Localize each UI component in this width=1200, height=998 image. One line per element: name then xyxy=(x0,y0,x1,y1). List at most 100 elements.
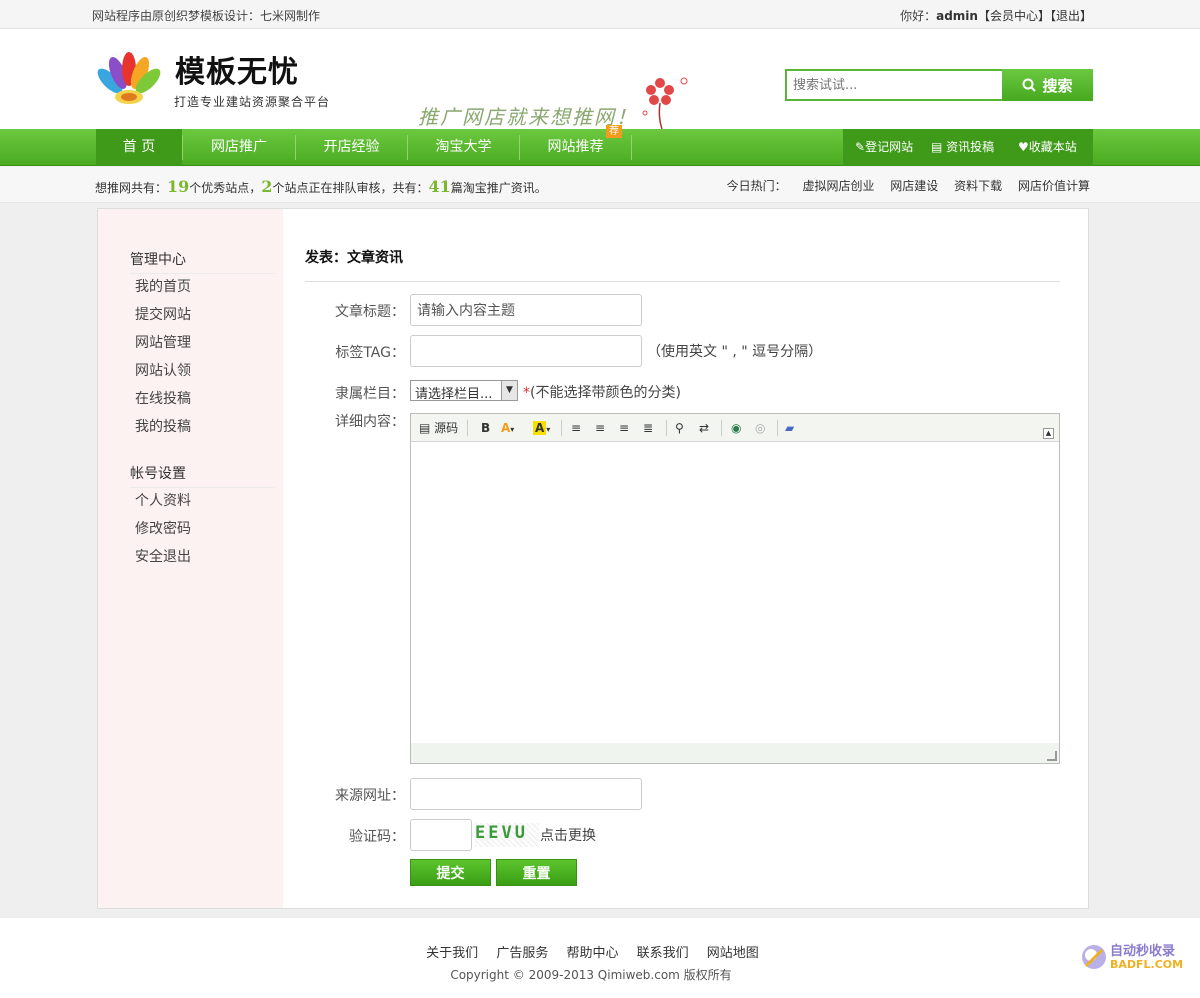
sidebar-item-site-claim[interactable]: 网站认领 xyxy=(135,360,191,380)
nav-divider xyxy=(631,135,632,160)
resize-handle-icon[interactable] xyxy=(1047,751,1057,761)
heart-icon: ♥ xyxy=(1018,140,1029,154)
hot-topics: 今日热门： 虚拟网店创业 网店建设 资料下载 网店价值计算 xyxy=(727,177,1090,194)
hot-topic-link[interactable]: 虚拟网店创业 xyxy=(790,179,874,193)
rich-text-editor: ▤ 源码 B A▾ A ▾ ≡ ≡ ≡ ≣ ⚲ ⇄ ◉ ◎ ▰ ▲ xyxy=(410,413,1060,764)
article-form: 发表：文章资讯 文章标题： 标签TAG： （使用英文 " , " 逗号分隔） 隶… xyxy=(305,209,1060,908)
source-url-input[interactable] xyxy=(410,778,642,810)
eraser-icon[interactable]: ▰ xyxy=(785,419,794,437)
greeting-text: 你好： xyxy=(900,9,937,23)
bg-color-button[interactable]: A ▾ xyxy=(533,419,550,437)
find-icon[interactable]: ⚲ xyxy=(675,419,684,437)
register-site-label: 登记网站 xyxy=(865,140,914,154)
font-color-button[interactable]: A▾ xyxy=(501,419,514,437)
title-input[interactable] xyxy=(410,294,642,326)
document-icon: ▤ xyxy=(931,140,947,154)
reset-button[interactable]: 重置 xyxy=(496,859,577,886)
bookmark-site-label: 收藏本站 xyxy=(1028,140,1077,154)
nav-item-taobao-university[interactable]: 淘宝大学 xyxy=(408,129,519,166)
search-input[interactable] xyxy=(785,69,1003,101)
captcha-image[interactable]: EEVU xyxy=(475,823,539,847)
category-select[interactable]: 请选择栏目... ▼ xyxy=(410,380,518,402)
recommend-badge: 荐 xyxy=(606,125,622,138)
bookmark-site-link[interactable]: ♥收藏本站 xyxy=(1018,129,1077,166)
sidebar-item-profile[interactable]: 个人资料 xyxy=(135,490,191,510)
bg-color-icon: A xyxy=(533,421,547,435)
page-title: 发表：文章资讯 xyxy=(305,250,403,266)
nav-item-site-recommend[interactable]: 网站推荐 荐 xyxy=(520,125,631,166)
footer-link-label: 广告服务 xyxy=(496,946,549,961)
register-site-link[interactable]: ✎登记网站 xyxy=(855,129,913,166)
nav-item-home[interactable]: 首 页 xyxy=(96,129,182,166)
unlink-icon[interactable]: ◎ xyxy=(755,419,765,437)
sidebar-item-my-submissions[interactable]: 我的投稿 xyxy=(135,416,191,436)
captcha-input[interactable] xyxy=(410,819,472,851)
site-stats: 想推网共有：19个优秀站点，2个站点正在排队审核，共有：41篇淘宝推广资讯。 xyxy=(95,177,547,196)
submit-button[interactable]: 提交 xyxy=(410,859,491,886)
tag-hint: （使用英文 " , " 逗号分隔） xyxy=(647,344,823,360)
search-box: 搜索 xyxy=(785,69,1093,101)
watermark-logo-icon xyxy=(1082,945,1106,969)
stats-text-4: 篇淘宝推广资讯。 xyxy=(450,181,547,195)
sidebar: 管理中心 我的首页 提交网站 网站管理 网站认领 在线投稿 我的投稿 帐号设置 … xyxy=(98,209,283,908)
sidebar-item-site-management[interactable]: 网站管理 xyxy=(135,332,191,352)
pending-count: 2 xyxy=(261,177,273,196)
sidebar-item-submit-site[interactable]: 提交网站 xyxy=(135,304,191,324)
stats-text-2: 个优秀站点， xyxy=(189,181,262,195)
align-justify-icon[interactable]: ≣ xyxy=(643,419,653,437)
sidebar-item-change-password[interactable]: 修改密码 xyxy=(135,518,191,538)
replace-icon[interactable]: ⇄ xyxy=(699,419,709,437)
footer-link-label: 关于我们 xyxy=(426,946,479,961)
member-center-link[interactable]: 【会员中心】 xyxy=(978,9,1050,23)
align-right-icon[interactable]: ≡ xyxy=(619,419,629,437)
toolbar-divider xyxy=(666,420,667,436)
hot-topic-link[interactable]: 资料下载 xyxy=(942,179,1002,193)
search-button[interactable]: 搜索 xyxy=(1002,69,1093,101)
footer-link-sitemap[interactable]: 网站地图 xyxy=(700,946,766,961)
search-icon xyxy=(1022,78,1037,92)
sidebar-item-online-submit[interactable]: 在线投稿 xyxy=(135,388,191,408)
submit-article-label: 资讯投稿 xyxy=(946,140,995,154)
category-selected: 请选择栏目... xyxy=(415,387,493,402)
nav-item-shop-promotion[interactable]: 网店推广 xyxy=(183,129,295,166)
required-mark: * xyxy=(523,385,530,401)
flower-icon xyxy=(642,77,688,130)
chevron-down-icon: ▼ xyxy=(501,381,517,400)
nav-quick-links: ✎登记网站 ▤ 资讯投稿 ♥收藏本站 xyxy=(843,129,1093,166)
align-left-icon[interactable]: ≡ xyxy=(571,419,581,437)
title-divider xyxy=(305,281,1060,282)
hot-topic-label: 虚拟网店创业 xyxy=(802,179,875,193)
toolbar-divider xyxy=(467,420,468,436)
submit-article-link[interactable]: ▤ 资讯投稿 xyxy=(931,129,994,166)
footer-link-ads[interactable]: 广告服务 xyxy=(489,946,555,961)
collapse-toolbar-icon[interactable]: ▲ xyxy=(1043,428,1054,439)
footer-link-help[interactable]: 帮助中心 xyxy=(559,946,625,961)
hot-topic-link[interactable]: 网店建设 xyxy=(878,179,938,193)
footer-link-about[interactable]: 关于我们 xyxy=(419,946,485,961)
site-footer: 关于我们 广告服务 帮助中心 联系我们 网站地图 Copyright © 200… xyxy=(0,918,1200,998)
sidebar-item-my-home[interactable]: 我的首页 xyxy=(135,276,191,296)
toolbar-divider xyxy=(561,420,562,436)
hot-topic-link[interactable]: 网店价值计算 xyxy=(1006,179,1090,193)
username: admin xyxy=(936,9,978,23)
sidebar-item-logout[interactable]: 安全退出 xyxy=(135,546,191,566)
logout-link[interactable]: 【退出】 xyxy=(1050,9,1092,23)
category-hint-text: (不能选择带颜色的分类) xyxy=(530,385,681,401)
peacock-logo-icon[interactable] xyxy=(94,51,164,111)
editor-status-bar xyxy=(411,743,1059,763)
footer-link-contact[interactable]: 联系我们 xyxy=(630,946,696,961)
editor-content-area[interactable] xyxy=(411,443,1059,743)
stats-text-1: 想推网共有： xyxy=(95,181,168,195)
bold-button[interactable]: B xyxy=(481,419,490,437)
source-button[interactable]: ▤ 源码 xyxy=(419,419,458,437)
align-center-icon[interactable]: ≡ xyxy=(595,419,605,437)
promo-text: 推广网店就来想推网！ xyxy=(418,105,638,129)
tag-input[interactable] xyxy=(410,335,642,367)
hot-topics-label: 今日热门： xyxy=(726,179,787,193)
link-icon[interactable]: ◉ xyxy=(731,419,741,437)
user-area: 你好：admin【会员中心】【退出】 xyxy=(900,7,1092,24)
nav-item-shop-experience[interactable]: 开店经验 xyxy=(296,129,407,166)
brand-name: 模板无忧 xyxy=(175,55,299,90)
site-count: 19 xyxy=(167,177,190,196)
captcha-refresh-link[interactable]: 点击更换 xyxy=(540,825,596,845)
